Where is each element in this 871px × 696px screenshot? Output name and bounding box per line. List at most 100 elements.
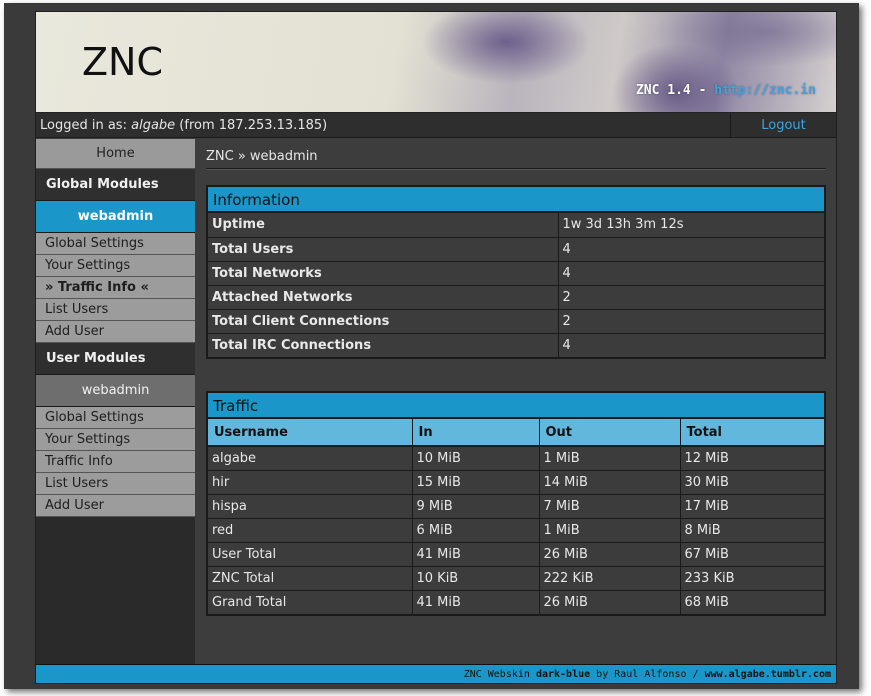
user-sidebar-item-list-users[interactable]: List Users <box>36 473 195 495</box>
user-module-webadmin[interactable]: webadmin <box>36 375 195 407</box>
cell-total: 233 KiB <box>680 565 824 590</box>
table-row: Grand Total 41 MiB 26 MiB 68 MiB <box>208 589 824 614</box>
header-banner: ZNC ZNC 1.4 - http://znc.in <box>36 12 836 113</box>
cell-out: 1 MiB <box>539 446 681 470</box>
cell-username: ZNC Total <box>208 565 413 590</box>
information-panel: Information Uptime 1w 3d 13h 3m 12s Tota… <box>206 185 826 359</box>
cell-in: 10 KiB <box>412 565 540 590</box>
cell-in: 6 MiB <box>412 517 540 542</box>
column-header-username: Username <box>208 419 413 447</box>
traffic-panel: Traffic Username In Out Total algabe 10 … <box>206 391 826 616</box>
cell-in: 41 MiB <box>412 541 540 566</box>
info-key: Attached Networks <box>208 284 559 309</box>
footer: ZNC Webskin dark-blue by Raul Alfonso / … <box>36 664 836 683</box>
cell-in: 41 MiB <box>412 589 540 614</box>
information-table: Uptime 1w 3d 13h 3m 12s Total Users 4 To… <box>208 213 824 357</box>
table-row: red 6 MiB 1 MiB 8 MiB <box>208 517 824 542</box>
sidebar-item-list-users[interactable]: List Users <box>36 299 195 321</box>
user-sidebar-item-add-user[interactable]: Add User <box>36 495 195 517</box>
table-row: Total Users 4 <box>208 236 824 261</box>
traffic-title: Traffic <box>208 393 824 419</box>
cell-in: 9 MiB <box>412 493 540 518</box>
cell-total: 30 MiB <box>680 469 824 494</box>
info-value: 1w 3d 13h 3m 12s <box>558 213 824 237</box>
table-row: Total IRC Connections 4 <box>208 332 824 357</box>
cell-total: 68 MiB <box>680 589 824 614</box>
version-info: ZNC 1.4 - http://znc.in <box>636 83 816 98</box>
table-row: User Total 41 MiB 26 MiB 67 MiB <box>208 541 824 566</box>
table-row: Total Client Connections 2 <box>208 308 824 333</box>
login-prefix: Logged in as: <box>40 118 127 133</box>
cell-out: 26 MiB <box>539 589 681 614</box>
main-content: ZNC » webadmin Information Uptime 1w 3d … <box>195 139 836 664</box>
sidebar: Home Global Modules webadmin Global Sett… <box>36 139 195 664</box>
user-modules-heading: User Modules <box>36 343 195 375</box>
information-title: Information <box>208 187 824 213</box>
info-key: Total Users <box>208 236 559 261</box>
logged-in-info: Logged in as: algabe (from 187.253.13.18… <box>40 118 327 133</box>
sidebar-item-add-user[interactable]: Add User <box>36 321 195 343</box>
info-value: 4 <box>558 236 824 261</box>
table-row: ZNC Total 10 KiB 222 KiB 233 KiB <box>208 565 824 590</box>
sidebar-item-global-settings[interactable]: Global Settings <box>36 233 195 255</box>
sidebar-item-traffic-info-current[interactable]: » Traffic Info « <box>36 277 195 299</box>
footer-site-link[interactable]: www.algabe.tumblr.com <box>705 669 831 680</box>
cell-out: 26 MiB <box>539 541 681 566</box>
login-from: (from 187.253.13.185) <box>179 118 328 133</box>
traffic-header-row: Username In Out Total <box>208 419 824 447</box>
table-row: Uptime 1w 3d 13h 3m 12s <box>208 213 824 237</box>
login-bar: Logged in as: algabe (from 187.253.13.18… <box>36 113 836 138</box>
breadcrumb: ZNC » webadmin <box>206 149 826 170</box>
sidebar-home[interactable]: Home <box>36 139 195 169</box>
column-header-out: Out <box>539 419 681 447</box>
login-username: algabe <box>131 118 176 133</box>
column-header-in: In <box>412 419 540 447</box>
cell-total: 67 MiB <box>680 541 824 566</box>
footer-skin-name: dark-blue <box>535 669 591 680</box>
global-module-webadmin[interactable]: webadmin <box>36 201 195 233</box>
info-key: Uptime <box>208 213 559 237</box>
table-row: Total Networks 4 <box>208 260 824 285</box>
cell-total: 17 MiB <box>680 493 824 518</box>
logo: ZNC <box>82 40 163 84</box>
info-value: 2 <box>558 284 824 309</box>
cell-username: Grand Total <box>208 589 413 614</box>
table-row: Attached Networks 2 <box>208 284 824 309</box>
znc-website-link[interactable]: http://znc.in <box>714 83 816 98</box>
info-key: Total IRC Connections <box>208 332 559 357</box>
column-header-total: Total <box>680 419 824 447</box>
cell-out: 7 MiB <box>539 493 681 518</box>
cell-username: hir <box>208 469 413 494</box>
version-text: ZNC 1.4 - <box>635 83 707 98</box>
window-frame: ZNC ZNC 1.4 - http://znc.in Logged in as… <box>4 3 859 689</box>
cell-total: 8 MiB <box>680 517 824 542</box>
info-value: 4 <box>558 260 824 285</box>
global-modules-heading: Global Modules <box>36 169 195 201</box>
cell-out: 14 MiB <box>539 469 681 494</box>
sidebar-item-your-settings[interactable]: Your Settings <box>36 255 195 277</box>
table-row: algabe 10 MiB 1 MiB 12 MiB <box>208 446 824 470</box>
info-value: 2 <box>558 308 824 333</box>
cell-in: 15 MiB <box>412 469 540 494</box>
cell-username: algabe <box>208 446 413 470</box>
footer-author: by Raul Alfonso / <box>596 669 699 680</box>
info-key: Total Client Connections <box>208 308 559 333</box>
cell-username: User Total <box>208 541 413 566</box>
info-value: 4 <box>558 332 824 357</box>
cell-out: 1 MiB <box>539 517 681 542</box>
user-sidebar-item-traffic-info[interactable]: Traffic Info <box>36 451 195 473</box>
cell-username: hispa <box>208 493 413 518</box>
page: ZNC ZNC 1.4 - http://znc.in Logged in as… <box>35 11 837 684</box>
cell-in: 10 MiB <box>412 446 540 470</box>
info-key: Total Networks <box>208 260 559 285</box>
logout-link[interactable]: Logout <box>730 113 836 138</box>
cell-total: 12 MiB <box>680 446 824 470</box>
footer-prefix: ZNC Webskin <box>463 669 530 680</box>
cell-username: red <box>208 517 413 542</box>
cell-out: 222 KiB <box>539 565 681 590</box>
table-row: hir 15 MiB 14 MiB 30 MiB <box>208 469 824 494</box>
user-sidebar-item-your-settings[interactable]: Your Settings <box>36 429 195 451</box>
user-sidebar-item-global-settings[interactable]: Global Settings <box>36 407 195 429</box>
table-row: hispa 9 MiB 7 MiB 17 MiB <box>208 493 824 518</box>
traffic-table: Username In Out Total algabe 10 MiB 1 Mi… <box>208 419 824 614</box>
